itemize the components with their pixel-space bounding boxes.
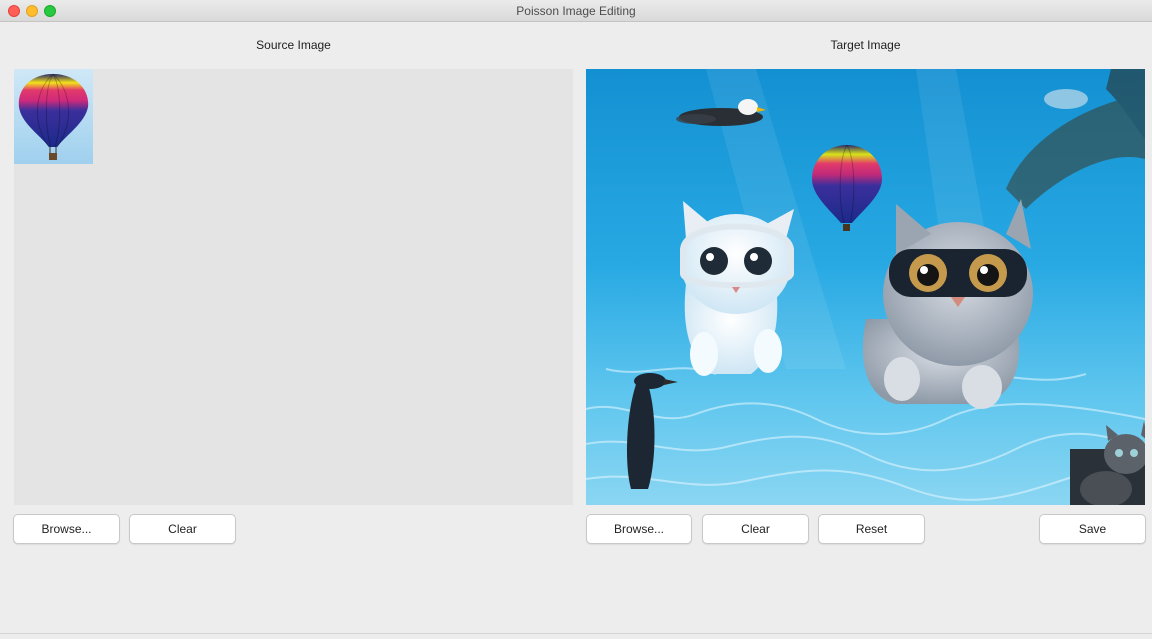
window-titlebar[interactable]: Poisson Image Editing bbox=[0, 0, 1152, 22]
source-browse-button[interactable]: Browse... bbox=[13, 514, 120, 544]
window-title: Poisson Image Editing bbox=[516, 4, 636, 18]
target-reset-button[interactable]: Reset bbox=[818, 514, 925, 544]
source-clear-button[interactable]: Clear bbox=[129, 514, 236, 544]
target-image-title: Target Image bbox=[830, 38, 901, 52]
source-image-title: Source Image bbox=[256, 38, 331, 52]
target-image-canvas[interactable] bbox=[586, 69, 1145, 505]
target-save-button[interactable]: Save bbox=[1039, 514, 1146, 544]
source-image-canvas[interactable] bbox=[14, 69, 573, 505]
target-clear-button[interactable]: Clear bbox=[702, 514, 809, 544]
target-browse-button[interactable]: Browse... bbox=[586, 514, 692, 544]
source-balloon-image[interactable] bbox=[14, 69, 93, 164]
target-composite-image[interactable] bbox=[586, 69, 1145, 505]
window-bottom-divider bbox=[0, 633, 1152, 634]
